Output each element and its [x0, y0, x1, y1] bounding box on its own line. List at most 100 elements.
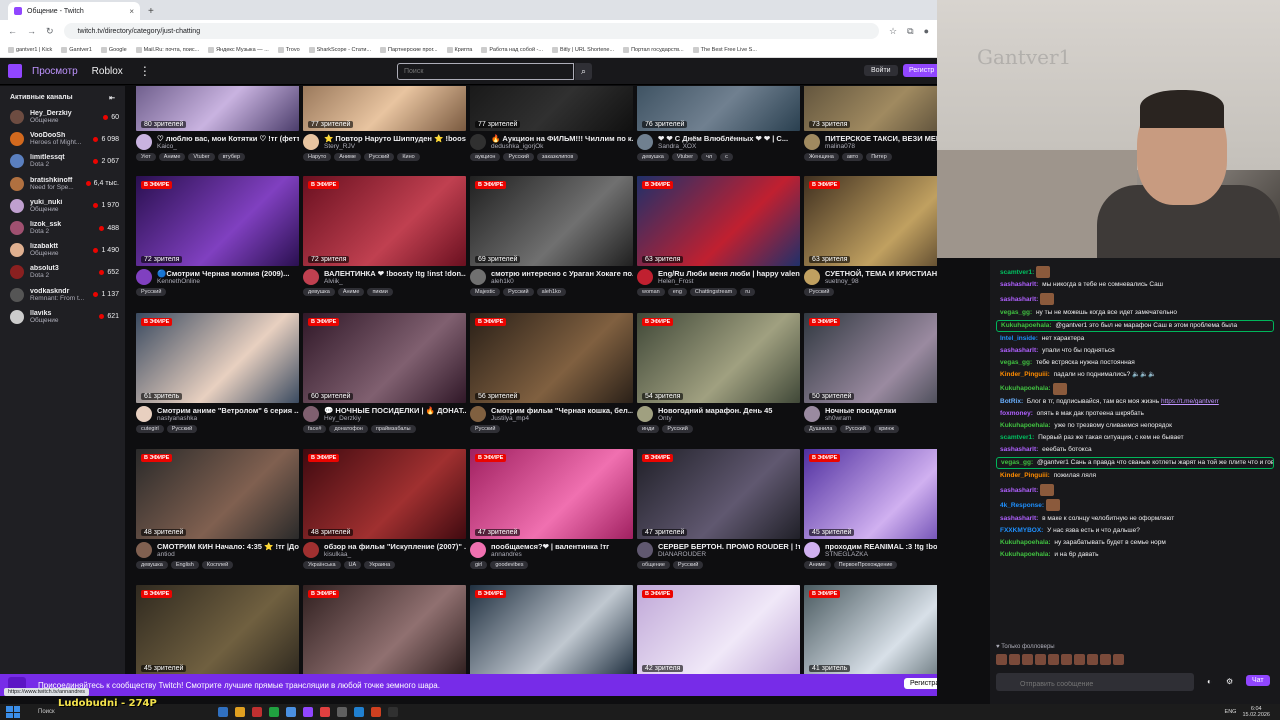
streamer-name[interactable]: Sandra_XOX: [658, 143, 800, 150]
chat-username[interactable]: sashasharlt:: [1000, 347, 1038, 354]
sidebar-channel[interactable]: absolut3 Dota 2 652: [0, 261, 125, 283]
chat-username[interactable]: Kukuhapoehala:: [1000, 422, 1051, 429]
tag[interactable]: Русский: [503, 288, 534, 296]
sidebar-channel[interactable]: Hey_Derzkiy Общение 60: [0, 106, 125, 128]
chat-username[interactable]: Kinder_Pinguiii:: [1000, 371, 1050, 378]
streamer-name[interactable]: Helen_Frost: [658, 278, 800, 285]
tag[interactable]: Русский: [363, 153, 395, 161]
profile-icon[interactable]: ●: [924, 26, 929, 36]
bookmark-item[interactable]: Партнерские прог...: [380, 46, 438, 53]
bookmark-item[interactable]: Google: [100, 46, 127, 53]
app-icon[interactable]: [269, 707, 279, 717]
stream-thumbnail[interactable]: 77 зрителей: [303, 86, 466, 131]
collapse-sidebar-icon[interactable]: ⇤: [109, 94, 115, 102]
tag[interactable]: Аниме: [158, 153, 186, 161]
tag[interactable]: аукцион: [470, 153, 501, 161]
tag[interactable]: заказклипов: [536, 153, 579, 161]
stream-thumbnail[interactable]: 80 зрителей: [136, 86, 299, 131]
tag[interactable]: Наруто: [303, 153, 332, 161]
stream-card[interactable]: В ЭФИРЕ 48 зрителей СМОТРИМ КИН Начало: 4:…: [136, 449, 299, 569]
stream-title[interactable]: ПИТЕРСКОЕ ТАКСИ, ВЕЗИ МЕН...: [825, 134, 937, 143]
twitch-logo-icon[interactable]: [8, 64, 22, 78]
streamer-name[interactable]: KennethOnline: [157, 278, 299, 285]
tag[interactable]: Русский: [804, 288, 835, 296]
chat-username[interactable]: sashasharlt:: [1000, 515, 1038, 522]
tag[interactable]: UA: [343, 561, 362, 569]
tag[interactable]: кринж: [873, 425, 900, 433]
streamer-avatar[interactable]: [637, 406, 653, 422]
tag[interactable]: Русский: [166, 425, 198, 433]
streamer-name[interactable]: Hey_Derzkiy: [324, 415, 466, 422]
tag[interactable]: девушка: [637, 153, 669, 161]
signup-button[interactable]: Регистр: [903, 64, 937, 77]
tag[interactable]: face#: [303, 425, 327, 433]
tag[interactable]: донатофон: [329, 425, 368, 433]
points-icon[interactable]: ◐: [1207, 677, 1212, 686]
language-indicator[interactable]: ENG: [1225, 709, 1237, 715]
stream-title[interactable]: Новогодний марафон. День 45: [658, 406, 800, 415]
streamer-avatar[interactable]: [804, 134, 820, 150]
stream-card[interactable]: В ЭФИРЕ 45 зрителей проходим REANIMAL :3 !…: [804, 449, 937, 569]
stream-thumbnail[interactable]: В ЭФИРЕ 50 зрителей: [804, 313, 937, 403]
stream-card[interactable]: В ЭФИРЕ: [470, 585, 633, 674]
bookmark-item[interactable]: Bitly | URL Shortene...: [551, 46, 614, 53]
chat-username[interactable]: sashasharlt:: [1000, 296, 1038, 303]
tag[interactable]: woman: [637, 288, 665, 296]
chat-username[interactable]: vegas_gg:: [1000, 309, 1032, 316]
bookmark-item[interactable]: Gantver1: [61, 46, 92, 53]
streamer-name[interactable]: aleh1k0: [491, 278, 633, 285]
streamer-name[interactable]: antiod: [157, 551, 299, 558]
streamer-avatar[interactable]: [303, 134, 319, 150]
tag[interactable]: девушка: [303, 288, 335, 296]
tag[interactable]: Душнила: [804, 425, 838, 433]
tag[interactable]: чл: [701, 153, 718, 161]
stream-thumbnail[interactable]: В ЭФИРЕ 47 зрителей: [470, 449, 633, 539]
reload-icon[interactable]: ↻: [46, 26, 54, 37]
bookmark-item[interactable]: SharkScope - Стати...: [308, 46, 371, 53]
stream-thumbnail[interactable]: В ЭФИРЕ 72 зрителя: [136, 176, 299, 266]
chat-input[interactable]: [996, 673, 1194, 691]
streamer-avatar[interactable]: [804, 269, 820, 285]
stream-thumbnail[interactable]: В ЭФИРЕ 41 зритель: [804, 585, 937, 674]
stream-card[interactable]: 77 зрителей 🔥 Аукцион на ФИЛЬМ!!! Чиллим …: [470, 86, 633, 161]
chat-username[interactable]: sashasharlt:: [1000, 446, 1038, 453]
chat-send-button[interactable]: Чат: [1246, 675, 1270, 686]
tag[interactable]: goodevibes: [490, 561, 529, 569]
chat-username[interactable]: Kinder_Pinguiii:: [1000, 472, 1050, 479]
sidebar-channel[interactable]: lizok_ssk Dota 2 488: [0, 217, 125, 239]
close-tab-icon[interactable]: ×: [129, 7, 134, 16]
sidebar-channel[interactable]: bratishkinoff Need for Spe... 6,4 тыс.: [0, 173, 125, 195]
tag[interactable]: eng: [667, 288, 687, 296]
bookmark-item[interactable]: Портал государств...: [623, 46, 684, 53]
tag[interactable]: Аниме: [334, 153, 361, 161]
app-icon[interactable]: [303, 707, 313, 717]
tag[interactable]: инди: [637, 425, 660, 433]
chrome-icon[interactable]: [320, 707, 330, 717]
stream-card[interactable]: В ЭФИРЕ: [303, 585, 466, 674]
chat-username[interactable]: Kukuhapoehala:: [1000, 539, 1051, 546]
stream-thumbnail[interactable]: 76 зрителей: [637, 86, 800, 131]
stream-thumbnail[interactable]: В ЭФИРЕ 69 зрителей: [470, 176, 633, 266]
bookmark-item[interactable]: Mail.Ru: почта, поис...: [135, 46, 199, 53]
bookmark-item[interactable]: Яндекс Музыка — ...: [208, 46, 269, 53]
stream-card[interactable]: В ЭФИРЕ 42 зрителя: [637, 585, 800, 674]
stream-title[interactable]: 🔥 Аукцион на ФИЛЬМ!!! Чиллим по к...: [491, 134, 633, 143]
stream-thumbnail[interactable]: В ЭФИРЕ 72 зрителя: [303, 176, 466, 266]
stream-title[interactable]: смотрю интересно с Ураган Хокаге по...: [491, 269, 633, 278]
tag[interactable]: Chattingstream: [689, 288, 738, 296]
streamer-avatar[interactable]: [637, 134, 653, 150]
chat-username[interactable]: scamtver1:: [1000, 434, 1034, 441]
search-input[interactable]: [397, 63, 574, 80]
streamer-avatar[interactable]: [303, 269, 319, 285]
stream-thumbnail[interactable]: В ЭФИРЕ 56 зрителей: [470, 313, 633, 403]
url-field[interactable]: twitch.tv/directory/category/just-chatti…: [63, 23, 880, 39]
stream-card[interactable]: В ЭФИРЕ 54 зрителя Новогодний марафон. Ден…: [637, 313, 800, 433]
sidebar-channel[interactable]: VooDooSh Heroes of Might... 6 098: [0, 128, 125, 150]
streamer-avatar[interactable]: [470, 269, 486, 285]
stream-thumbnail[interactable]: В ЭФИРЕ 45 зрителей: [804, 449, 937, 539]
tag[interactable]: праймзабалы: [370, 425, 416, 433]
streamer-name[interactable]: annandres: [491, 551, 633, 558]
bookmark-item[interactable]: Работа над собой -...: [481, 46, 543, 53]
chat-username[interactable]: Intel_inside:: [1000, 335, 1038, 342]
app-icon[interactable]: [388, 707, 398, 717]
